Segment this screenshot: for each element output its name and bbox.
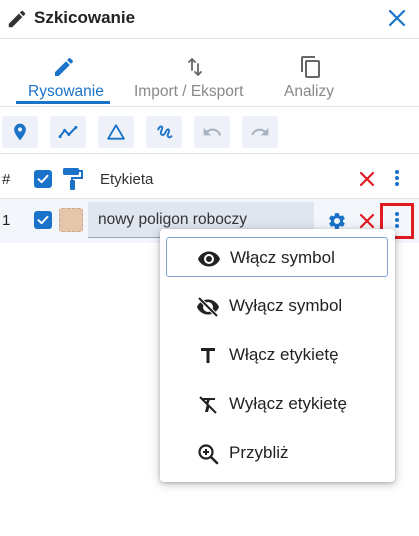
redo-button[interactable] bbox=[242, 116, 278, 148]
menu-item-label: Włącz etykietę bbox=[229, 345, 339, 364]
polygon-tool-button[interactable] bbox=[98, 116, 134, 148]
point-tool-button[interactable] bbox=[2, 116, 38, 148]
menu-item-show-label[interactable]: Włącz etykietę bbox=[166, 335, 388, 375]
menu-item-hide-label[interactable]: Wyłącz etykietę bbox=[166, 384, 388, 424]
menu-item-hide-symbol[interactable]: Wyłącz symbol bbox=[166, 286, 388, 326]
redo-icon bbox=[251, 127, 269, 136]
check-icon bbox=[37, 215, 49, 225]
menu-item-label: Wyłącz symbol bbox=[229, 296, 343, 315]
menu-item-show-symbol[interactable]: Włącz symbol bbox=[166, 237, 388, 277]
sketch-panel: Szkicowanie Rysowanie Import / Eksport A… bbox=[0, 0, 419, 536]
column-number-header: # bbox=[2, 171, 11, 188]
header-more-options-icon[interactable] bbox=[394, 169, 400, 189]
undo-button[interactable] bbox=[194, 116, 230, 148]
line-tool-button[interactable] bbox=[50, 116, 86, 148]
menu-item-zoom[interactable]: Przybliż bbox=[166, 433, 388, 473]
tab-bar: Rysowanie Import / Eksport Analizy bbox=[0, 39, 419, 107]
close-icon[interactable] bbox=[387, 8, 407, 28]
pencil-icon bbox=[8, 10, 26, 28]
freehand-tool-button[interactable] bbox=[146, 116, 182, 148]
undo-icon bbox=[203, 127, 222, 136]
text-off-icon bbox=[199, 396, 217, 414]
delete-row-icon[interactable] bbox=[359, 213, 375, 229]
polyline-icon bbox=[58, 125, 78, 139]
row-number: 1 bbox=[2, 212, 11, 229]
gear-icon[interactable] bbox=[327, 211, 347, 231]
menu-item-label: Włącz symbol bbox=[230, 248, 335, 267]
freehand-icon bbox=[157, 125, 173, 139]
active-tab-indicator bbox=[16, 101, 110, 104]
panel-header: Szkicowanie bbox=[0, 0, 419, 39]
tab-label: Rysowanie bbox=[28, 83, 104, 100]
row-context-menu: Włącz symbol Wyłącz symbol Włącz etykiet… bbox=[160, 229, 395, 482]
check-icon bbox=[37, 174, 49, 184]
row-visibility-checkbox[interactable] bbox=[34, 211, 52, 229]
tab-rysowanie[interactable]: Rysowanie bbox=[16, 39, 110, 106]
menu-item-label: Przybliż bbox=[229, 443, 289, 462]
column-label-header: Etykieta bbox=[100, 171, 154, 188]
tab-import-eksport[interactable]: Import / Eksport bbox=[132, 39, 258, 106]
triangle-icon bbox=[107, 124, 125, 140]
draw-icon bbox=[55, 57, 74, 76]
import-export-icon bbox=[188, 58, 202, 76]
map-marker-icon bbox=[14, 123, 26, 141]
eye-icon bbox=[198, 251, 220, 267]
draw-toolbar bbox=[0, 113, 419, 154]
tab-label: Import / Eksport bbox=[134, 83, 244, 100]
layer-table-header: # Etykieta bbox=[0, 160, 419, 199]
eye-off-icon bbox=[197, 296, 219, 318]
tab-analizy[interactable]: Analizy bbox=[280, 39, 342, 106]
copy-icon bbox=[301, 56, 320, 78]
menu-item-label: Wyłącz etykietę bbox=[229, 394, 347, 413]
polygon-style-swatch[interactable] bbox=[59, 208, 83, 232]
text-icon bbox=[201, 348, 215, 363]
select-all-checkbox[interactable] bbox=[34, 170, 52, 188]
tab-label: Analizy bbox=[284, 83, 334, 100]
delete-all-icon[interactable] bbox=[359, 171, 375, 187]
zoom-in-icon bbox=[198, 444, 219, 465]
paint-roller-icon[interactable] bbox=[62, 167, 84, 191]
panel-title: Szkicowanie bbox=[34, 8, 136, 27]
